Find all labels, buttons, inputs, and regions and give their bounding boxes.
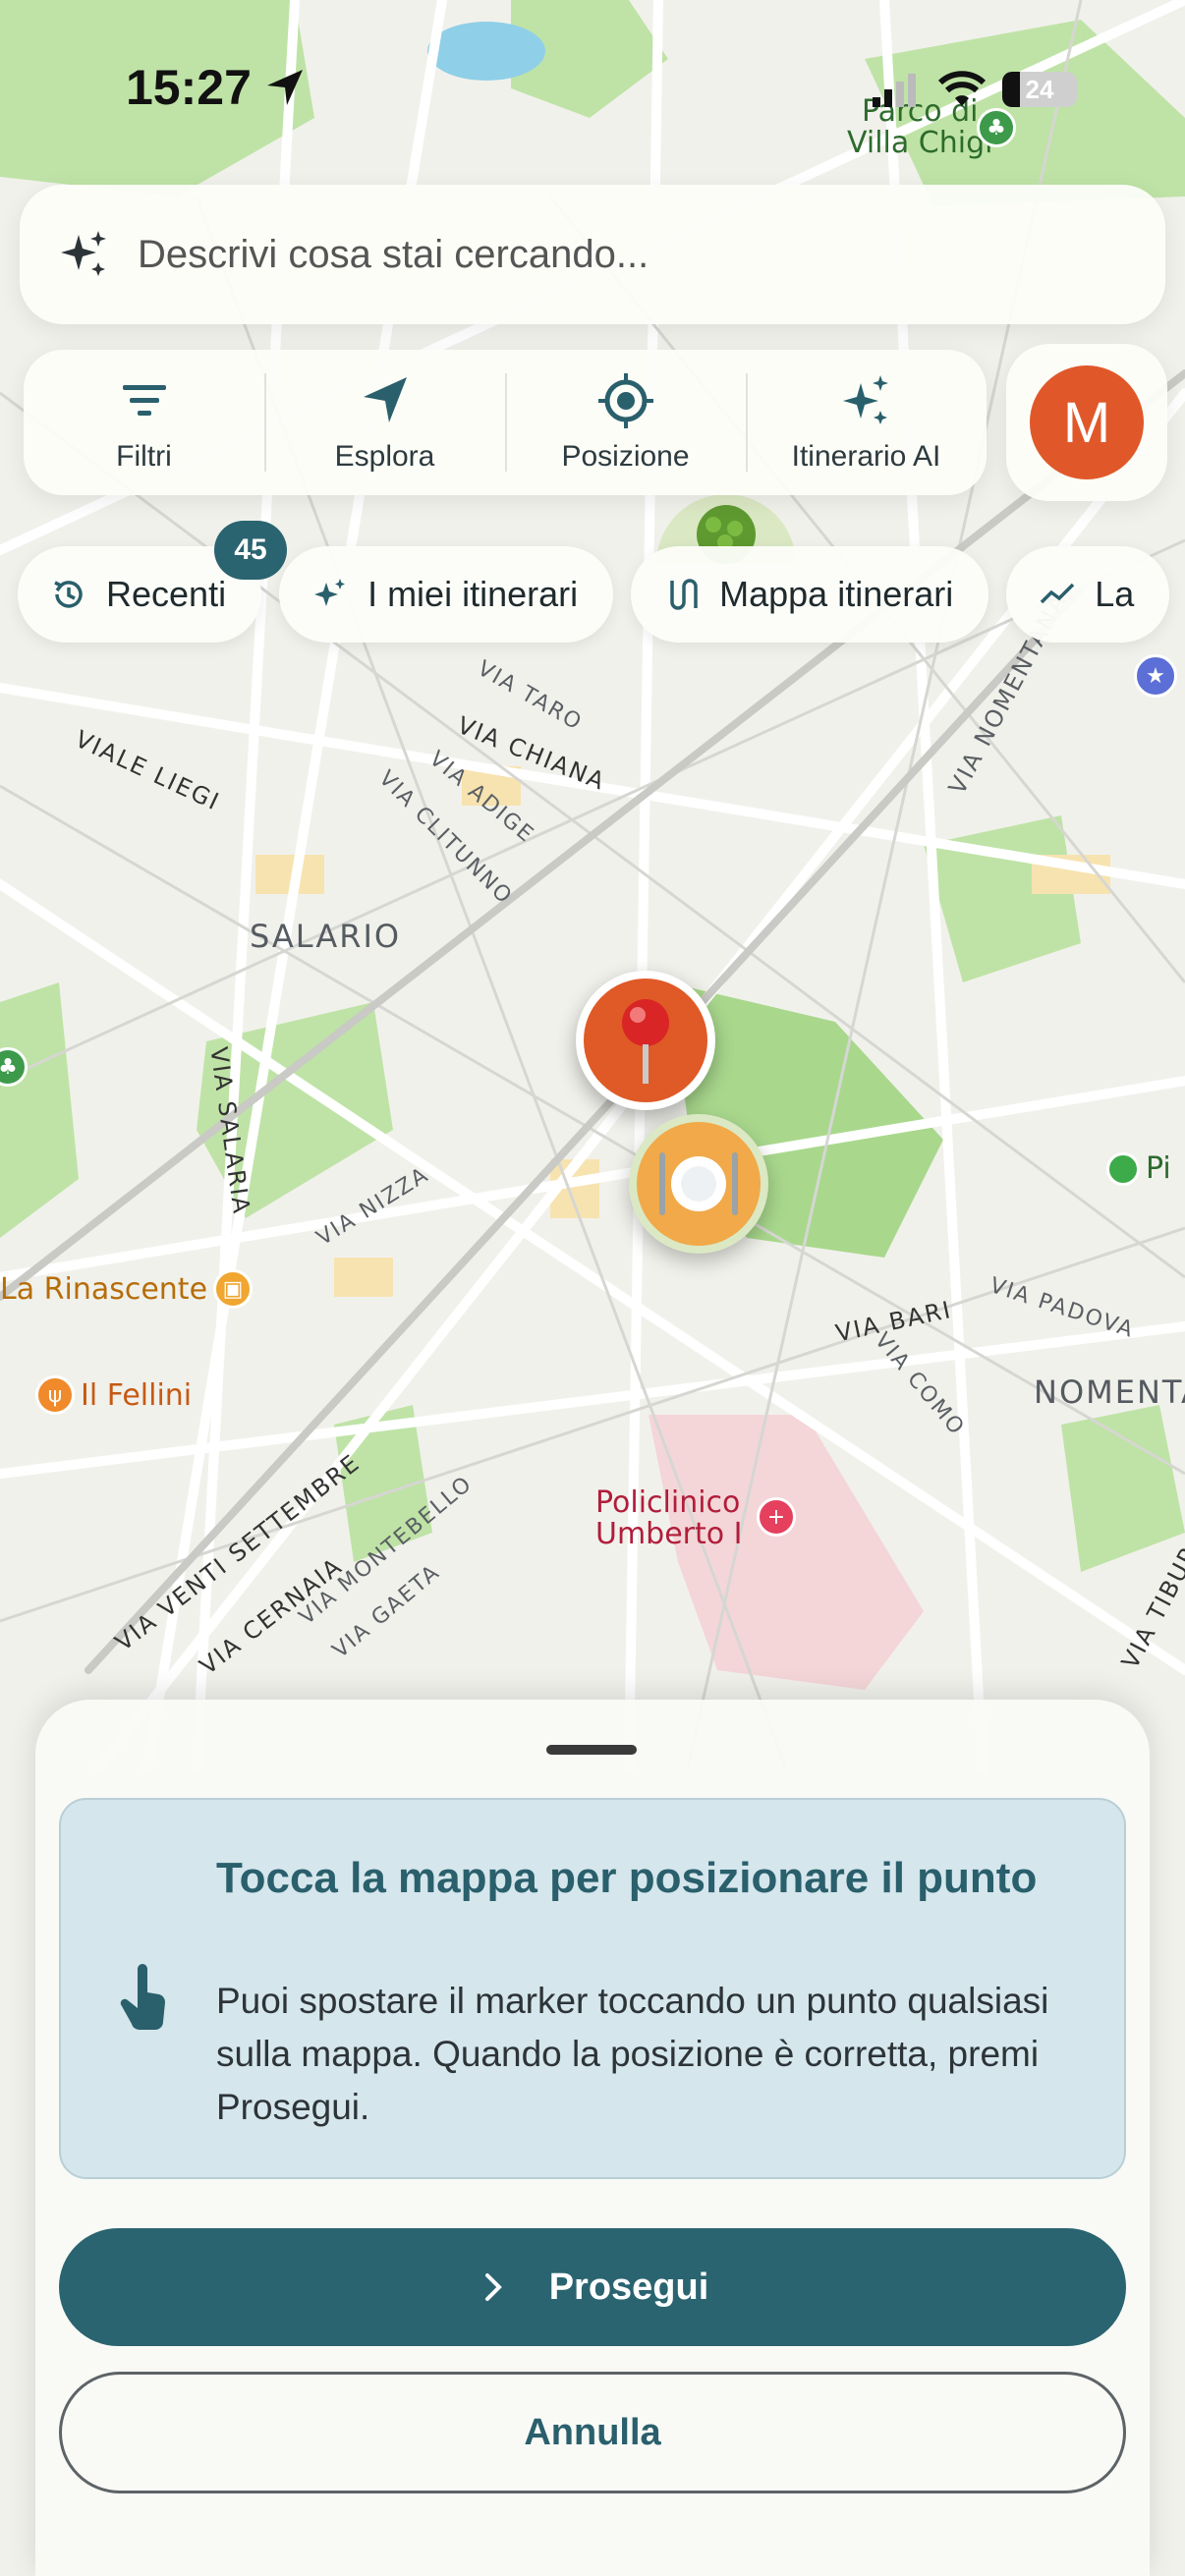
poi-label-line1: Policlinico xyxy=(595,1485,741,1520)
map-poi-left-park[interactable]: ♣ xyxy=(0,1047,28,1087)
chip-label: Recenti xyxy=(106,574,227,614)
status-time-text: 15:27 xyxy=(126,60,252,115)
location-pin-marker[interactable] xyxy=(576,971,715,1110)
map-poi-star-marker[interactable]: ★ xyxy=(1134,654,1177,698)
toolbar-label: Posizione xyxy=(561,440,690,473)
sparkles-icon xyxy=(61,231,106,276)
status-indicators: 24 xyxy=(873,71,1077,108)
chip-label: La xyxy=(1095,574,1135,614)
battery-level: 24 xyxy=(1025,74,1054,104)
toolbar: Filtri Esplora Posizione Itinerario AI xyxy=(24,350,987,495)
location-arrow-icon xyxy=(266,70,303,105)
recenti-count-badge: 45 xyxy=(214,521,288,580)
sheet-drag-handle[interactable] xyxy=(546,1745,637,1755)
chip-label: I miei itinerari xyxy=(367,574,579,614)
chevron-right-icon xyxy=(484,2273,502,2301)
map-label-nomentana-district: NOMENTA xyxy=(1034,1373,1185,1411)
star-icon: ★ xyxy=(1134,654,1177,698)
prosegui-button[interactable]: Prosegui xyxy=(59,2228,1126,2346)
map-poi-pi[interactable]: Pi xyxy=(1106,1151,1171,1186)
poi-label: La Rinascente xyxy=(0,1271,208,1307)
annulla-label: Annulla xyxy=(524,2411,661,2453)
toolbar-label: Esplora xyxy=(334,440,435,473)
trend-icon xyxy=(1041,583,1075,604)
chip-recenti[interactable]: Recenti 45 xyxy=(18,521,288,643)
route-icon xyxy=(670,579,698,610)
poi-label-line2: Villa Chigi xyxy=(847,126,993,160)
avatar: M xyxy=(1030,365,1144,479)
map-poi-rinascente[interactable]: La Rinascente ▣ xyxy=(0,1269,254,1309)
instruction-card: Tocca la mappa per posizionare il punto … xyxy=(59,1798,1126,2179)
toolbar-label: Itinerario AI xyxy=(791,440,941,473)
park-dot-icon xyxy=(1106,1151,1140,1186)
prosegui-label: Prosegui xyxy=(548,2266,709,2308)
poi-label: Il Fellini xyxy=(81,1377,193,1413)
instruction-body: Puoi spostare il marker toccando un punt… xyxy=(216,1981,1049,2127)
chip-label: Mappa itinerari xyxy=(719,574,954,614)
navigation-arrow-icon xyxy=(363,377,407,422)
shopping-bag-icon: ▣ xyxy=(213,1269,254,1309)
instruction-title: Tocca la mappa per posizionare il punto xyxy=(216,1854,1038,1902)
chip-mappa-itinerari[interactable]: Mappa itinerari xyxy=(631,546,989,643)
profile-button[interactable]: M xyxy=(1006,344,1167,501)
sparkles-icon xyxy=(314,579,346,606)
annulla-button[interactable]: Annulla xyxy=(59,2372,1126,2493)
map-poi-hospital-marker[interactable]: + xyxy=(757,1497,796,1537)
fork-knife-icon: ψ xyxy=(35,1375,75,1415)
search-input[interactable] xyxy=(138,232,1120,277)
pushpin-icon xyxy=(622,999,669,1084)
tree-icon: ♣ xyxy=(977,108,1016,147)
toolbar-filtri-button[interactable]: Filtri xyxy=(24,350,264,495)
chip-la[interactable]: La xyxy=(1006,546,1170,643)
restaurant-marker[interactable] xyxy=(629,1114,768,1254)
sparkles-icon xyxy=(842,375,888,424)
tap-hand-icon xyxy=(120,1964,166,2031)
status-time: 15:27 xyxy=(126,59,307,116)
cellular-signal-icon xyxy=(873,74,916,107)
map-poi-il-fellini[interactable]: ψ Il Fellini xyxy=(35,1375,192,1415)
quick-chips: Recenti 45 I miei itinerari Mappa itiner… xyxy=(18,521,1170,643)
map-label-salario: SALARIO xyxy=(250,918,402,955)
poi-label: Pi xyxy=(1146,1151,1171,1186)
hospital-cross-icon: + xyxy=(757,1497,796,1537)
map-poi-policlinico[interactable]: Policlinico Umberto I xyxy=(595,1487,743,1550)
fork-knife-plate-icon xyxy=(659,1152,738,1215)
toolbar-posizione-button[interactable]: Posizione xyxy=(505,350,746,495)
chip-i-miei-itinerari[interactable]: I miei itinerari xyxy=(279,546,614,643)
search-bar[interactable] xyxy=(20,185,1165,324)
toolbar-esplora-button[interactable]: Esplora xyxy=(264,350,505,495)
bottom-sheet: Tocca la mappa per posizionare il punto … xyxy=(35,1700,1150,2576)
map-poi-park-marker[interactable]: ♣ xyxy=(977,108,1016,147)
toolbar-itinerario-ai-button[interactable]: Itinerario AI xyxy=(746,350,987,495)
tree-icon: ♣ xyxy=(0,1047,28,1087)
crosshair-location-icon xyxy=(597,373,653,428)
filter-icon xyxy=(122,385,166,416)
history-icon xyxy=(54,581,83,608)
wifi-icon xyxy=(937,71,987,106)
battery-icon: 24 xyxy=(1002,72,1077,107)
toolbar-label: Filtri xyxy=(116,440,172,473)
poi-label-line2: Umberto I xyxy=(595,1517,743,1551)
